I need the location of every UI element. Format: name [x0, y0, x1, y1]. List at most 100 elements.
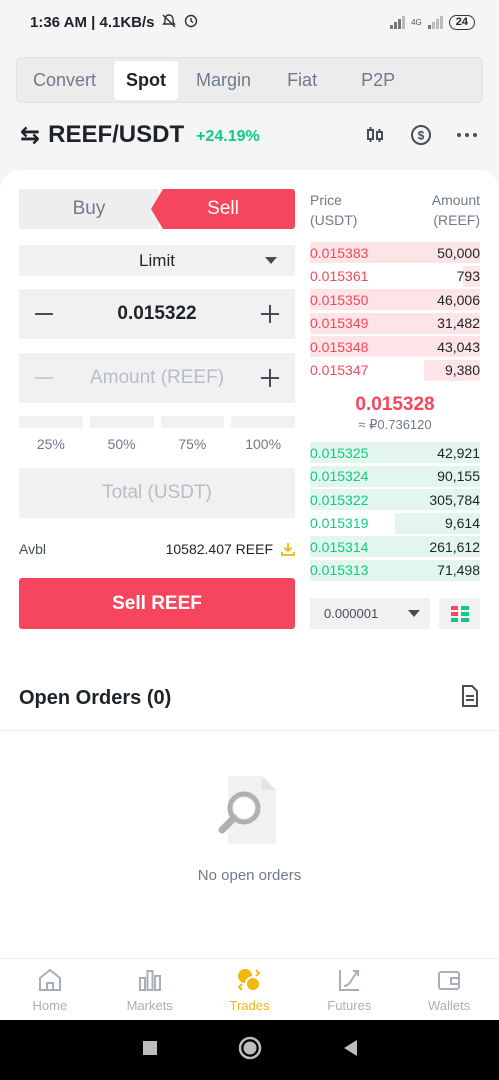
nav-futures[interactable]: Futures [299, 959, 399, 1020]
bid-row[interactable]: 0.015322 305,784 [310, 488, 480, 512]
order-type-select[interactable]: Limit [19, 245, 295, 276]
bid-price: 0.015314 [310, 538, 369, 555]
buy-tab[interactable]: Buy [19, 189, 159, 229]
tab-fiat[interactable]: Fiat [275, 61, 329, 100]
divider [0, 730, 499, 731]
markets-icon [136, 966, 164, 994]
amount-input[interactable]: Amount (REEF) [69, 367, 245, 389]
ask-row[interactable]: 0.015383 50,000 [310, 241, 480, 265]
decimals-value: 0.000001 [324, 606, 379, 621]
order-book-controls: 0.000001 [310, 598, 480, 629]
ask-amount: 43,043 [437, 338, 480, 355]
tab-p2p[interactable]: P2P [349, 61, 407, 100]
ask-amount: 793 [456, 268, 480, 285]
nav-futures-label: Futures [327, 998, 372, 1013]
nav-trades-label: Trades [229, 998, 270, 1013]
plus-icon[interactable] [245, 353, 295, 403]
ask-price: 0.015361 [310, 268, 369, 285]
ask-row[interactable]: 0.015348 43,043 [310, 335, 480, 359]
bid-price: 0.015319 [310, 515, 369, 532]
ask-row[interactable]: 0.015361 793 [310, 265, 480, 289]
order-type-label: Limit [139, 250, 175, 270]
ask-row[interactable]: 0.015349 31,482 [310, 312, 480, 336]
pct-bar-50[interactable] [89, 416, 154, 428]
pair-header: ⇆ REEF/USDT +24.19% $ [0, 112, 499, 158]
more-icon[interactable] [455, 123, 479, 147]
ask-price: 0.015350 [310, 291, 369, 308]
battery-icon: 24 [448, 14, 475, 30]
pct-bar-75[interactable] [160, 416, 225, 428]
candlestick-chart-icon[interactable] [363, 123, 387, 147]
header-actions: $ [363, 123, 479, 147]
ask-list: 0.015383 50,000 0.015361 793 0.015350 46,006 0… [310, 241, 480, 382]
minus-icon[interactable] [19, 289, 69, 339]
minus-icon[interactable] [19, 353, 69, 403]
bid-amount: 305,784 [429, 491, 480, 508]
bid-row[interactable]: 0.015313 71,498 [310, 559, 480, 583]
price-header: Price (USDT) [310, 190, 357, 230]
pct-label-100[interactable]: 100% [231, 436, 295, 452]
last-price: 0.015328 [355, 394, 435, 415]
ask-price: 0.015348 [310, 338, 369, 355]
price-input[interactable]: 0.015322 [69, 303, 245, 325]
recents-icon[interactable] [142, 1040, 158, 1061]
pct-label-50[interactable]: 50% [90, 436, 154, 452]
open-orders-header: Open Orders (0) [19, 680, 480, 716]
nav-trades[interactable]: Trades [200, 959, 300, 1020]
home-button-icon[interactable] [238, 1036, 262, 1065]
amount-header-unit: (REEF) [433, 212, 480, 228]
bid-row[interactable]: 0.015319 9,614 [310, 512, 480, 536]
swap-pair-icon[interactable]: ⇆ [20, 121, 40, 150]
ask-row[interactable]: 0.015350 46,006 [310, 288, 480, 312]
pair-symbol[interactable]: REEF/USDT [48, 121, 184, 149]
svg-text:$: $ [418, 129, 425, 143]
sell-reef-button[interactable]: Sell REEF [19, 578, 295, 629]
ask-price: 0.015347 [310, 362, 369, 379]
pct-label-25[interactable]: 25% [19, 436, 83, 452]
dollar-icon[interactable]: $ [409, 123, 433, 147]
wallets-icon [435, 966, 463, 994]
nav-markets[interactable]: Markets [100, 959, 200, 1020]
ask-row[interactable]: 0.015347 9,380 [310, 359, 480, 383]
pct-label-75[interactable]: 75% [161, 436, 225, 452]
nav-wallets[interactable]: Wallets [399, 959, 499, 1020]
bid-price: 0.015313 [310, 562, 369, 579]
bid-list: 0.015325 42,921 0.015324 90,155 0.015322 305,… [310, 441, 480, 582]
nav-home-label: Home [32, 998, 68, 1013]
sell-tab[interactable]: Sell [151, 189, 295, 229]
open-orders-title: Open Orders (0) [19, 686, 172, 709]
tab-spot[interactable]: Spot [114, 60, 179, 100]
ask-amount: 9,380 [444, 362, 480, 379]
ask-price: 0.015383 [310, 244, 369, 261]
mute-icon [161, 13, 177, 32]
nav-markets-label: Markets [126, 998, 173, 1013]
bid-row[interactable]: 0.015314 261,612 [310, 535, 480, 559]
bid-amount: 71,498 [437, 562, 480, 579]
pct-bar-100[interactable] [231, 416, 295, 428]
pair-change: +24.19% [196, 128, 260, 145]
pct-bar-25[interactable] [19, 416, 83, 428]
price-stepper: 0.015322 [19, 289, 295, 339]
bid-price: 0.015322 [310, 491, 369, 508]
futures-icon [335, 966, 363, 994]
nav-home[interactable]: Home [0, 959, 100, 1020]
back-icon[interactable] [342, 1039, 358, 1062]
plus-icon[interactable] [245, 289, 295, 339]
system-nav-bar [0, 1020, 499, 1080]
transfer-icon[interactable] [281, 542, 295, 556]
ask-amount: 46,006 [437, 291, 480, 308]
bid-price: 0.015324 [310, 468, 369, 485]
tab-convert[interactable]: Convert [21, 61, 108, 100]
decimals-select[interactable]: 0.000001 [310, 598, 430, 629]
book-layout-icon[interactable] [439, 598, 480, 629]
last-price-block[interactable]: 0.015328 ≈ ₽0.736120 [310, 394, 480, 433]
bid-row[interactable]: 0.015325 42,921 [310, 441, 480, 465]
tab-margin[interactable]: Margin [184, 61, 263, 100]
order-history-icon[interactable] [460, 684, 480, 712]
total-input[interactable]: Total (USDT) [19, 468, 295, 518]
status-left: 1:36 AM | 4.1KB/s [30, 12, 199, 32]
bid-row[interactable]: 0.015324 90,155 [310, 465, 480, 489]
amount-stepper: Amount (REEF) [19, 353, 295, 403]
bid-amount: 90,155 [437, 468, 480, 485]
bid-price: 0.015325 [310, 444, 369, 461]
